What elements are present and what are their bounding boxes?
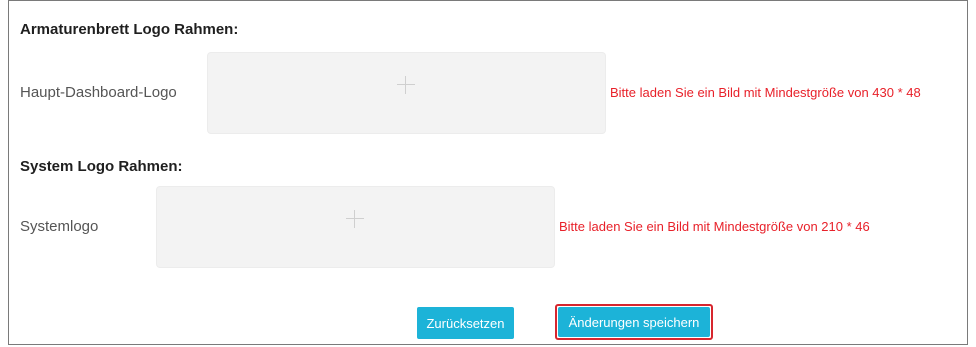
save-button[interactable]: Änderungen speichern [558, 307, 710, 337]
dashboard-logo-hint: Bitte laden Sie ein Bild mit Mindestgröß… [610, 85, 921, 100]
reset-button[interactable]: Zurücksetzen [417, 307, 514, 339]
plus-icon [346, 210, 364, 228]
system-logo-hint: Bitte laden Sie ein Bild mit Mindestgröß… [559, 219, 870, 234]
dashboard-section-title: Armaturenbrett Logo Rahmen: [20, 21, 239, 38]
system-section-title: System Logo Rahmen: [20, 158, 183, 175]
dashboard-logo-upload[interactable] [207, 52, 606, 134]
system-logo-label: Systemlogo [20, 218, 99, 235]
settings-panel: Armaturenbrett Logo Rahmen: Haupt-Dashbo… [8, 0, 968, 345]
system-logo-upload[interactable] [156, 186, 555, 268]
dashboard-logo-label: Haupt-Dashboard-Logo [20, 84, 177, 101]
plus-icon [397, 76, 415, 94]
